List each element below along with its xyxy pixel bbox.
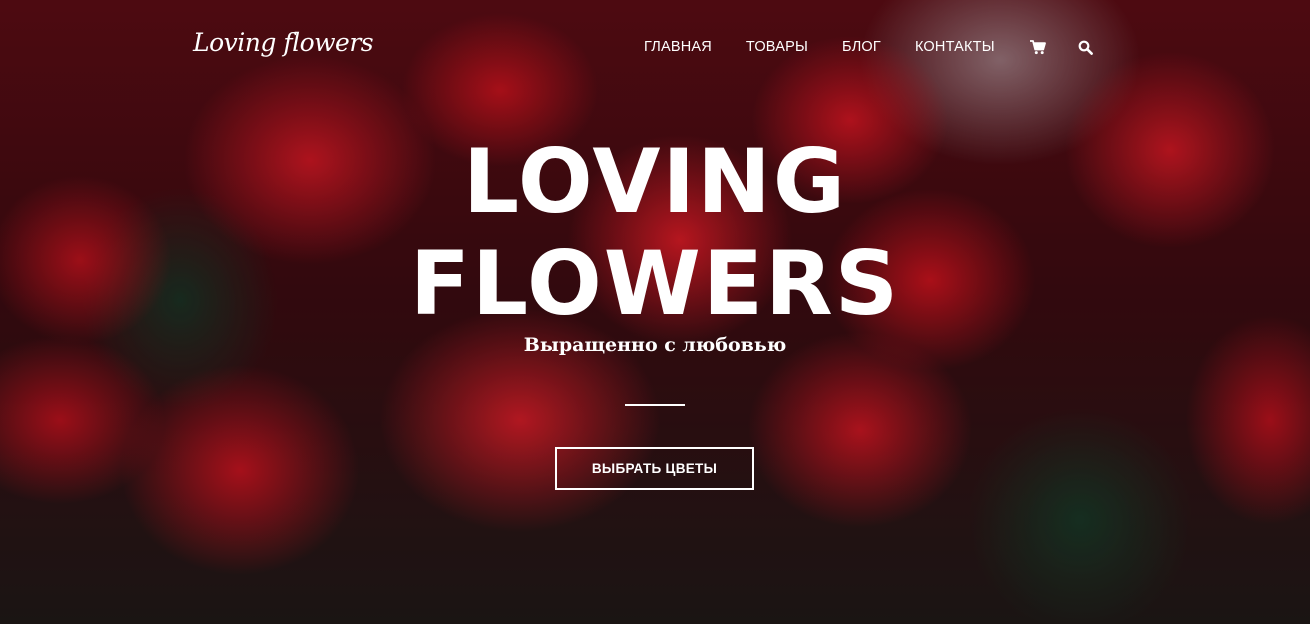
- hero-divider: [625, 404, 685, 406]
- hero-subtitle: Выращенно с любовью: [523, 334, 787, 356]
- choose-flowers-button[interactable]: ВЫБРАТЬ ЦВЕТЫ: [555, 447, 754, 490]
- hero-content: LOVING FLOWERS Выращенно с любовью ВЫБРА…: [0, 0, 1310, 624]
- hero-section: Loving flowers ГЛАВНАЯ ТОВАРЫ БЛОГ КОНТА…: [0, 0, 1310, 624]
- hero-title-line-1: LOVING: [462, 130, 848, 233]
- hero-title-line-2: FLOWERS: [409, 232, 901, 335]
